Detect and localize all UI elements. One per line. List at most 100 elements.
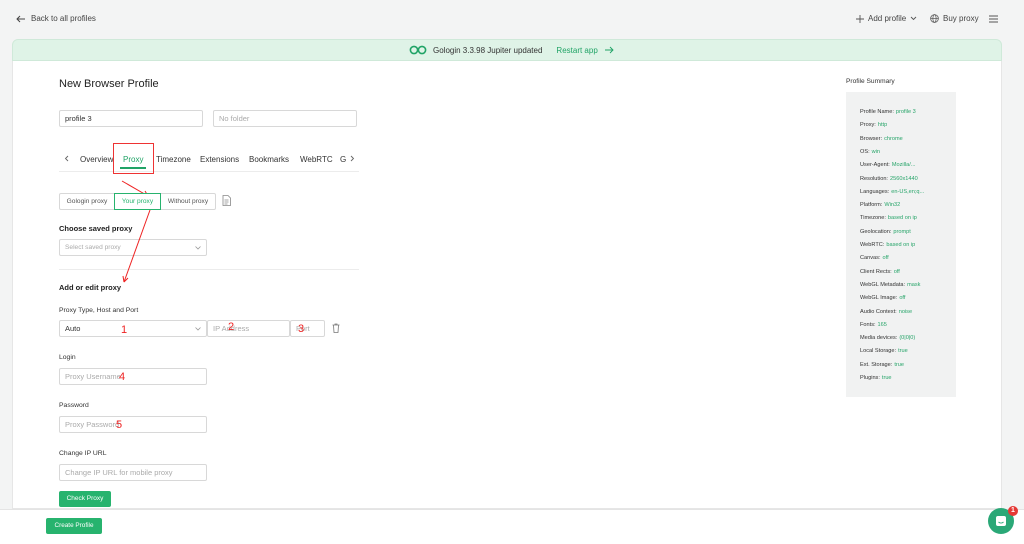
summary-value: en-US,en;q... [891,188,925,195]
type-host-port-label: Proxy Type, Host and Port [59,307,139,314]
summary-row: Media devices: (0|0|0) [860,335,915,341]
create-profile-button[interactable]: Create Profile [46,518,102,534]
summary-key: Proxy: [860,122,876,129]
summary-value: prompt [893,228,911,235]
footer-bar [0,509,1024,544]
chat-icon [996,516,1006,526]
summary-value: 165 [877,321,887,328]
check-proxy-button[interactable]: Check Proxy [59,491,111,507]
change-ip-label: Change IP URL [59,450,107,457]
summary-value: win [871,148,881,155]
add-profile-button[interactable]: Add profile [856,14,917,23]
summary-row: WebGL Metadata: mask [860,282,920,288]
summary-value: based on ip [886,242,916,248]
plus-icon [856,14,864,23]
your-proxy-option[interactable]: Your proxy [114,193,161,210]
banner-message: Gologin 3.3.98 Jupiter updated [433,45,543,55]
summary-row: Client Rects: off [860,269,900,275]
summary-key: Browser: [860,135,883,142]
chevron-down-icon [910,16,917,21]
summary-value: (0|0|0) [899,335,916,342]
proxy-username-input[interactable]: Proxy Username [59,368,207,385]
summary-value: Mozilla/... [891,162,916,169]
password-label: Password [59,402,89,409]
summary-row: Languages: en-US,en;q... [860,189,924,195]
proxy-type-select[interactable]: Auto [59,320,207,337]
ip-address-input[interactable]: IP Address [207,320,290,337]
buy-proxy-label: Buy proxy [943,14,979,23]
annotation-2: 2 [228,321,235,333]
summary-value: chrome [884,135,903,142]
summary-value: profile 3 [895,109,916,115]
arrow-right-icon [604,46,614,54]
summary-value: mask [907,281,921,288]
summary-value: based on ip [887,215,917,222]
summary-row: Browser: chrome [860,136,903,142]
port-input[interactable]: Port [290,320,325,337]
proxy-type-value: Auto [65,324,81,333]
summary-row: WebRTC: based on ip [860,242,915,248]
summary-key: WebGL Metadata: [860,281,906,288]
buy-proxy-button[interactable]: Buy proxy [930,14,979,23]
summary-row: Ext. Storage: true [860,362,904,368]
summary-key: Plugins: [860,375,880,381]
summary-key: Audio Context: [860,308,897,315]
summary-row: User-Agent: Mozilla/... [860,162,915,168]
annotation-3: 3 [298,323,305,335]
summary-key: WebGL Image: [860,295,898,302]
annotation-5: 5 [116,419,123,431]
summary-key: Fonts: [860,321,876,328]
summary-row: WebGL Image: off [860,295,905,301]
summary-value: noise [898,308,913,315]
summary-value: http [877,122,888,129]
annotation-4: 4 [119,371,126,383]
summary-row: Geolocation: prompt [860,229,911,235]
summary-value: true [894,361,904,368]
summary-value: Win32 [884,202,901,209]
annotation-1: 1 [121,324,128,336]
summary-key: WebRTC: [860,242,885,248]
summary-value: off [893,268,900,275]
summary-key: Resolution: [860,175,888,182]
chat-badge: 1 [1008,506,1018,516]
summary-key: Geolocation: [860,228,892,235]
chevron-down-icon [195,327,201,331]
summary-value: true [898,348,908,355]
summary-row: Timezone: based on ip [860,215,917,221]
summary-key: Client Rects: [860,268,892,275]
summary-value: 2560x1440 [890,175,918,182]
summary-value: off [899,295,906,302]
restart-app-link[interactable]: Restart app [556,46,597,55]
summary-value: true [881,375,892,381]
summary-key: Ext. Storage: [860,361,893,368]
summary-key: Local Storage: [860,348,897,355]
summary-key: User-Agent: [860,162,890,169]
summary-row: Proxy: http [860,122,887,128]
summary-key: Profile Name: [860,109,894,115]
summary-row: Canvas: off [860,255,889,261]
summary-row: Resolution: 2560x1440 [860,176,918,182]
summary-row: Profile Name: profile 3 [860,109,916,115]
summary-title: Profile Summary [846,78,895,85]
add-profile-label: Add profile [868,14,907,23]
gologin-logo-icon [409,45,427,55]
trash-icon[interactable] [332,323,340,333]
annotation-arrows [121,180,151,283]
summary-row: Fonts: 165 [860,322,887,328]
summary-key: Platform: [860,202,883,209]
summary-row: Audio Context: noise [860,309,912,315]
summary-row: Plugins: true [860,375,892,381]
summary-key: Media devices: [860,335,898,342]
globe-icon [930,14,939,23]
summary-key: Timezone: [860,215,886,222]
profile-summary-panel: Profile Name: profile 3 Proxy: http Browser:… [846,92,956,397]
proxy-password-input[interactable]: Proxy Password [59,416,207,433]
login-label: Login [59,354,76,361]
summary-key: Canvas: [860,255,881,262]
summary-value: off [882,255,889,262]
summary-key: OS: [860,148,870,155]
menu-icon[interactable] [989,15,998,23]
summary-row: Platform: Win32 [860,202,900,208]
summary-key: Languages: [860,188,890,195]
change-ip-input[interactable]: Change IP URL for mobile proxy [59,464,207,481]
